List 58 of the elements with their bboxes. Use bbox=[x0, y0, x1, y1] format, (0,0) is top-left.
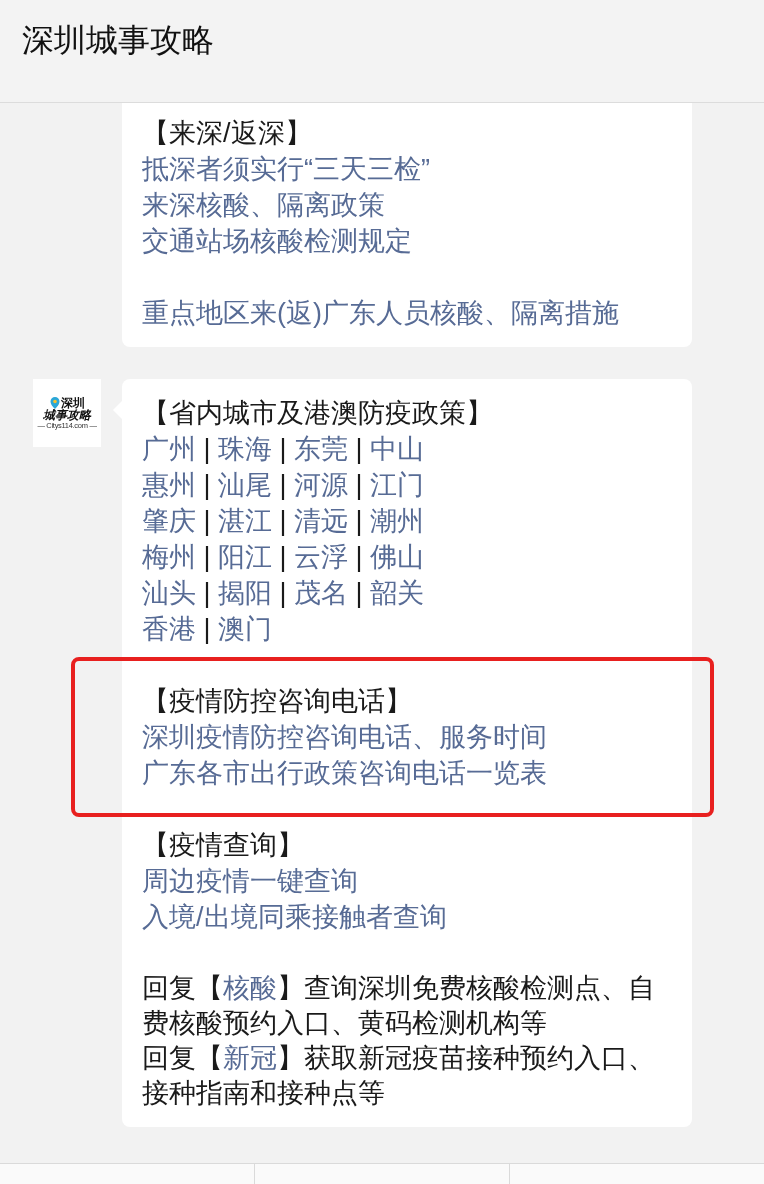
city-link[interactable]: 汕尾 bbox=[218, 470, 273, 500]
link[interactable]: 交通站场核酸检测规定 bbox=[142, 223, 676, 259]
link[interactable]: 广东各市出行政策咨询电话一览表 bbox=[142, 755, 676, 791]
reply-instruction: 回复【核酸】查询深圳免费核酸检测点、自费核酸预约入口、黄码检测机构等 bbox=[142, 972, 656, 1040]
pin-icon bbox=[49, 396, 60, 409]
city-link[interactable]: 茂名 bbox=[294, 578, 349, 608]
city-link[interactable]: 佛山 bbox=[370, 542, 425, 572]
city-link[interactable]: 肇庆 bbox=[142, 506, 196, 536]
section-heading: 【疫情防控咨询电话】 bbox=[142, 685, 413, 718]
city-link[interactable]: 阳江 bbox=[218, 542, 273, 572]
city-link[interactable]: 揭阳 bbox=[218, 578, 273, 608]
city-link[interactable]: 东莞 bbox=[294, 434, 349, 464]
separator: | bbox=[202, 542, 212, 572]
link[interactable]: 来深核酸、隔离政策 bbox=[142, 187, 676, 223]
city-link[interactable]: 潮州 bbox=[370, 506, 425, 536]
logo-text: 深圳 bbox=[60, 396, 85, 409]
separator: | bbox=[278, 578, 288, 608]
city-link[interactable]: 韶关 bbox=[370, 578, 425, 608]
separator: | bbox=[202, 470, 212, 500]
city-link[interactable]: 广州 bbox=[142, 434, 196, 464]
city-link[interactable]: 云浮 bbox=[294, 542, 349, 572]
link[interactable]: 抵深者须实行“三天三检” bbox=[142, 151, 676, 187]
separator: | bbox=[278, 434, 288, 464]
section-heading: 【省内城市及港澳防疫政策】 bbox=[142, 397, 494, 430]
keyword-link[interactable]: 核酸 bbox=[223, 973, 277, 1003]
link[interactable]: 入境/出境同乘接触者查询 bbox=[142, 899, 676, 935]
city-link[interactable]: 梅州 bbox=[142, 542, 196, 572]
city-link[interactable]: 中山 bbox=[370, 434, 425, 464]
city-link[interactable]: 汕头 bbox=[142, 578, 196, 608]
city-link[interactable]: 湛江 bbox=[218, 506, 273, 536]
separator: | bbox=[354, 542, 364, 572]
link[interactable]: 重点地区来(返)广东人员核酸、隔离措施 bbox=[142, 295, 676, 331]
separator: | bbox=[278, 506, 288, 536]
separator: | bbox=[278, 542, 288, 572]
separator: | bbox=[354, 434, 364, 464]
separator: | bbox=[202, 506, 212, 536]
link[interactable]: 深圳疫情防控咨询电话、服务时间 bbox=[142, 719, 676, 755]
separator: | bbox=[202, 434, 212, 464]
city-link[interactable]: 澳门 bbox=[218, 614, 273, 644]
separator: | bbox=[354, 578, 364, 608]
separator: | bbox=[202, 614, 212, 644]
separator: | bbox=[278, 470, 288, 500]
logo-text: 城事攻略 bbox=[43, 408, 91, 422]
link[interactable]: 周边疫情一键查询 bbox=[142, 863, 676, 899]
section-heading: 【来深/返深】 bbox=[142, 117, 313, 150]
city-link[interactable]: 珠海 bbox=[218, 434, 273, 464]
reply-instruction: 回复【新冠】获取新冠疫苗接种预约入口、接种指南和接种点等 bbox=[142, 1042, 656, 1110]
city-link[interactable]: 江门 bbox=[370, 470, 425, 500]
account-title: 深圳城事攻略 bbox=[22, 21, 214, 60]
city-link[interactable]: 香港 bbox=[142, 614, 196, 644]
separator: | bbox=[354, 470, 364, 500]
city-link[interactable]: 惠州 bbox=[142, 470, 196, 500]
keyword-link[interactable]: 新冠 bbox=[223, 1043, 277, 1073]
section-heading: 【疫情查询】 bbox=[142, 829, 305, 862]
city-link[interactable]: 清远 bbox=[294, 506, 349, 536]
separator: | bbox=[354, 506, 364, 536]
separator: | bbox=[202, 578, 212, 608]
city-link[interactable]: 河源 bbox=[294, 470, 349, 500]
